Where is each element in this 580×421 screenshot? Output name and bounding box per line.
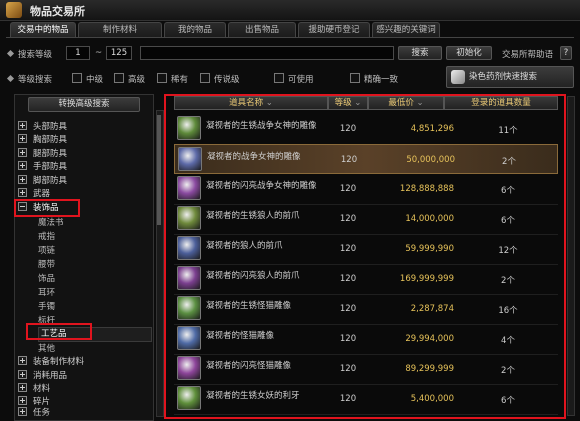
tab-divider (6, 37, 574, 38)
expand-icon (18, 148, 27, 157)
help-label: 交易所帮助语 (502, 50, 554, 60)
checkbox-usable-label: 可使用 (288, 75, 314, 85)
tab-my-items[interactable]: 我的物品 (164, 22, 226, 38)
category-quest[interactable]: 任务 (18, 407, 50, 420)
window-title: 物品交易所 (30, 5, 85, 18)
bullet-icon (6, 49, 15, 58)
subcategory-necklace[interactable]: 项链 (38, 245, 55, 258)
category-label: 任务 (33, 408, 51, 418)
expand-icon (18, 370, 27, 379)
level-max-input[interactable]: 125 (106, 46, 132, 60)
results-scrollbar[interactable] (567, 96, 575, 416)
expand-icon (18, 188, 27, 197)
level-search-label: 搜索等级 (6, 48, 53, 60)
trade-house-icon (6, 2, 22, 18)
category-hand-armor[interactable]: 手部防具 (18, 161, 67, 174)
checkbox-advanced[interactable] (114, 73, 124, 83)
highlight-results (164, 94, 566, 419)
tab-aid-coin[interactable]: 援助硬币登记 (298, 22, 370, 38)
tab-trading-items[interactable]: 交易中的物品 (10, 22, 76, 38)
category-label: 头部防具 (33, 122, 68, 132)
subcategory-earring[interactable]: 耳环 (38, 287, 55, 300)
category-label: 碎片 (33, 397, 51, 407)
subcategory-ring[interactable]: 戒指 (38, 231, 55, 244)
tab-sell-items[interactable]: 出售物品 (228, 22, 296, 38)
checkbox-advanced-label: 高级 (128, 75, 146, 85)
reset-button[interactable]: 初始化 (446, 46, 492, 60)
checkbox-usable[interactable] (274, 73, 284, 83)
grade-search-label: 等级搜索 (6, 73, 53, 85)
category-materials[interactable]: 材料 (18, 383, 50, 396)
subcategory-ornament[interactable]: 饰品 (38, 273, 55, 286)
help-button[interactable]: ? (560, 46, 572, 60)
keyword-search-input[interactable] (140, 46, 394, 60)
checkbox-exact-match-label: 精确一致 (364, 75, 399, 85)
level-separator: ~ (95, 48, 103, 58)
highlight-accessories (14, 199, 80, 217)
subcategory-spellbook[interactable]: 魔法书 (38, 217, 64, 230)
category-label: 材料 (33, 384, 51, 394)
category-head-armor[interactable]: 头部防具 (18, 121, 67, 134)
category-chest-armor[interactable]: 胸部防具 (18, 134, 67, 147)
advanced-search-toggle-button[interactable]: 转换高级搜索 (28, 97, 140, 112)
expand-icon (18, 161, 27, 170)
tab-keywords[interactable]: 感兴趣的关键词 (372, 22, 440, 38)
category-label: 装备制作材料 (33, 357, 85, 367)
checkbox-rare-label: 稀有 (171, 75, 189, 85)
category-label: 胸部防具 (33, 135, 68, 145)
grade-label-text: 等级搜索 (18, 75, 53, 85)
category-label: 手部防具 (33, 162, 68, 172)
category-leg-armor[interactable]: 腿部防具 (18, 148, 67, 161)
category-consumables[interactable]: 消耗用品 (18, 370, 67, 383)
highlight-crafts (26, 323, 92, 340)
category-label: 脚部防具 (33, 176, 68, 186)
level-label-text: 搜索等级 (18, 50, 53, 60)
subcategory-belt[interactable]: 腰带 (38, 259, 55, 272)
dye-potion-icon (451, 70, 465, 84)
expand-icon (18, 175, 27, 184)
tab-crafting-materials[interactable]: 制作材料 (78, 22, 162, 38)
checkbox-intermediate-label: 中级 (86, 75, 104, 85)
level-min-input[interactable]: 1 (66, 46, 90, 60)
expand-icon (18, 396, 27, 405)
expand-icon (18, 383, 27, 392)
checkbox-legendary-label: 传说级 (214, 75, 240, 85)
category-scrollbar-thumb[interactable] (157, 115, 161, 225)
checkbox-intermediate[interactable] (72, 73, 82, 83)
expand-icon (18, 134, 27, 143)
category-label: 腿部防具 (33, 149, 68, 159)
category-label: 武器 (33, 189, 51, 199)
expand-icon (18, 121, 27, 130)
title-bar[interactable] (0, 0, 580, 21)
category-equipment-materials[interactable]: 装备制作材料 (18, 356, 84, 369)
search-button[interactable]: 搜索 (398, 46, 442, 60)
bullet-icon (6, 74, 15, 83)
checkbox-rare[interactable] (157, 73, 167, 83)
category-foot-armor[interactable]: 脚部防具 (18, 175, 67, 188)
dye-button-label: 染色药剂快速搜索 (469, 72, 538, 82)
dye-quick-search-button[interactable]: 染色药剂快速搜索 (446, 66, 574, 88)
category-label: 消耗用品 (33, 371, 68, 381)
checkbox-exact-match[interactable] (350, 73, 360, 83)
checkbox-legendary[interactable] (200, 73, 210, 83)
expand-icon (18, 407, 27, 416)
subcategory-bracelet[interactable]: 手镯 (38, 301, 55, 314)
expand-icon (18, 356, 27, 365)
subcategory-other[interactable]: 其他 (38, 343, 55, 356)
